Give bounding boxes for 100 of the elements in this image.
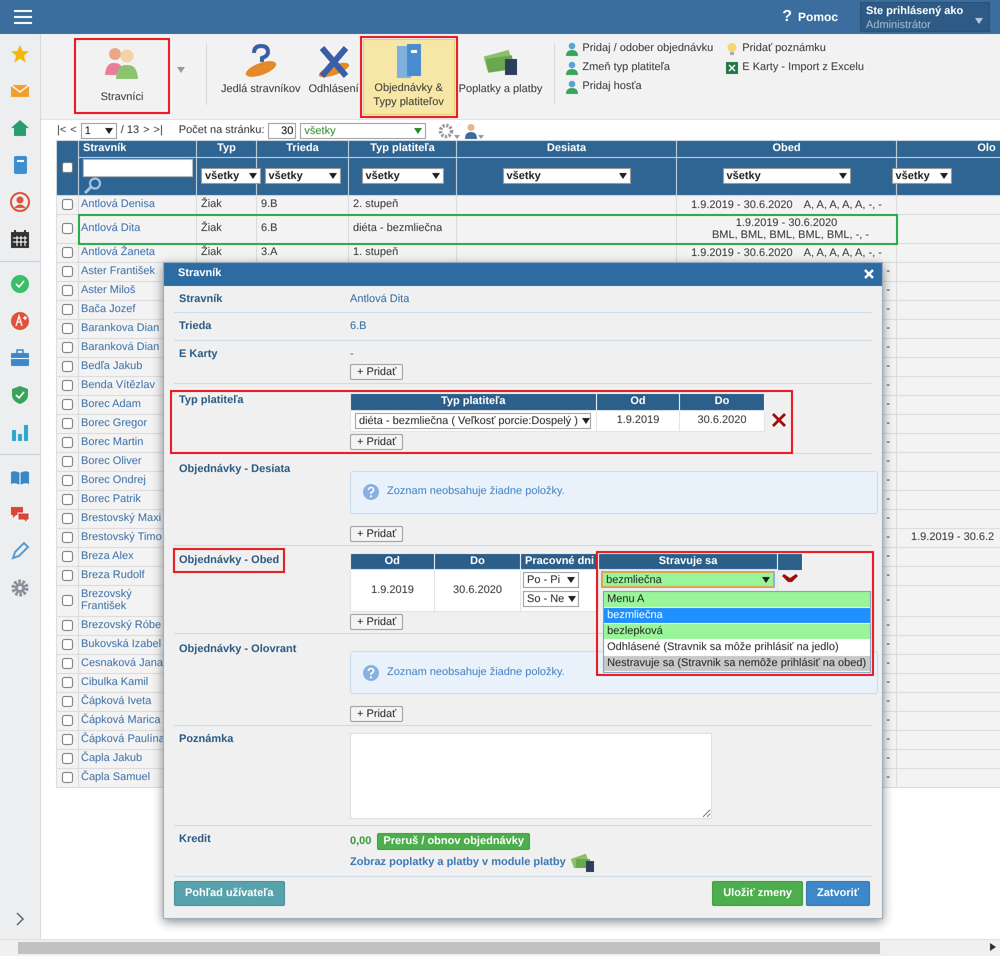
user-icon[interactable] xyxy=(10,192,30,212)
row-checkbox[interactable] xyxy=(62,474,73,486)
row-checkbox[interactable] xyxy=(62,734,73,745)
user-menu-icon[interactable] xyxy=(464,123,484,139)
save-button[interactable]: Uložiť zmeny xyxy=(712,881,804,906)
add-button[interactable]: + Pridať xyxy=(350,706,404,722)
user-menu[interactable]: Ste prihlásený ako Administrátor xyxy=(860,2,990,32)
house-icon[interactable] xyxy=(10,118,30,138)
row-checkbox[interactable] xyxy=(62,456,73,467)
next-page-link[interactable]: > xyxy=(143,124,150,138)
name-link[interactable]: Baranková Dian xyxy=(81,341,160,354)
row-checkbox[interactable] xyxy=(62,418,73,429)
row-checkbox[interactable] xyxy=(62,360,73,372)
row-checkbox[interactable] xyxy=(62,266,73,277)
row-checkbox[interactable] xyxy=(62,714,73,726)
filter-dropdown[interactable]: všetky xyxy=(300,123,426,139)
add-button[interactable]: + Pridať xyxy=(350,364,404,380)
row-checkbox[interactable] xyxy=(62,638,73,650)
check-icon[interactable] xyxy=(10,274,30,294)
row-checkbox[interactable] xyxy=(62,696,73,707)
filter-dropdown[interactable]: všetky xyxy=(264,168,340,184)
row-checkbox[interactable] xyxy=(62,304,73,315)
delete-icon[interactable] xyxy=(782,574,798,584)
row-checkbox[interactable] xyxy=(62,284,73,296)
row-checkbox[interactable] xyxy=(62,658,73,669)
dropdown-option[interactable]: bezmliečna xyxy=(604,608,870,624)
row-checkbox[interactable] xyxy=(62,342,73,353)
filter-dropdown[interactable]: všetky xyxy=(502,168,630,184)
row-checkbox[interactable] xyxy=(62,380,73,391)
page-dropdown[interactable]: 1 xyxy=(80,123,117,139)
toolbar-link[interactable]: Pridaj hosťa xyxy=(565,77,714,96)
per-page-field[interactable]: 30 xyxy=(268,123,296,139)
days-dropdown[interactable]: So - Ne xyxy=(523,591,579,608)
row-checkbox[interactable] xyxy=(62,246,73,258)
filter-dropdown[interactable]: všetky xyxy=(722,168,850,184)
row-checkbox[interactable] xyxy=(62,436,73,448)
filter-dropdown[interactable]: všetky xyxy=(201,168,261,184)
name-filter-field[interactable] xyxy=(83,159,193,177)
caret-icon[interactable] xyxy=(177,67,185,73)
expand-icon[interactable] xyxy=(15,912,25,926)
first-page-link[interactable]: |< xyxy=(57,124,66,138)
toolbar-link[interactable]: Pridať poznámku xyxy=(725,39,864,58)
row-checkbox[interactable] xyxy=(62,398,73,410)
close-button[interactable]: Zatvoriť xyxy=(806,881,870,906)
add-button[interactable]: + Pridať xyxy=(350,434,404,450)
toolbar-link[interactable]: E Karty - Import z Excelu xyxy=(725,58,864,77)
search-icon[interactable] xyxy=(83,177,103,194)
pen-icon[interactable] xyxy=(10,541,30,561)
shield-icon[interactable] xyxy=(10,385,30,405)
toolbar-link[interactable]: Pridaj / odober objednávku xyxy=(565,39,714,58)
row-checkbox[interactable] xyxy=(62,532,73,543)
add-button[interactable]: + Pridať xyxy=(350,526,404,542)
toolbar-button[interactable]: Jedlá stravníkov xyxy=(217,39,304,102)
last-page-link[interactable]: >| xyxy=(154,124,163,138)
menu-icon[interactable] xyxy=(14,10,32,24)
help-link[interactable]: Pomoc xyxy=(798,10,838,24)
settings-icon[interactable] xyxy=(10,578,30,598)
select-all-checkbox[interactable] xyxy=(62,162,73,173)
row-checkbox[interactable] xyxy=(62,772,73,783)
row-checkbox[interactable] xyxy=(62,550,73,562)
toolbar-button[interactable]: Objednávky & Typy platiteľov xyxy=(362,39,455,114)
close-icon[interactable] xyxy=(864,269,874,280)
dropdown-option[interactable]: Menu A xyxy=(604,592,870,608)
dropdown-option[interactable]: Odhlásené (Stravnik sa môže prihlásiť na jedlo) xyxy=(604,640,870,656)
scrollbar[interactable] xyxy=(0,939,1000,956)
row-checkbox[interactable] xyxy=(62,620,73,631)
row-checkbox[interactable] xyxy=(62,752,73,764)
meal-dropdown[interactable]: bezmliečna xyxy=(602,572,774,588)
dropdown-option[interactable]: bezlepková xyxy=(604,624,870,640)
row-checkbox[interactable] xyxy=(62,594,73,606)
user-view-button[interactable]: Pohľad užívateľa xyxy=(174,881,285,906)
toolbar-button[interactable]: Stravníci xyxy=(78,42,166,110)
payments-link[interactable]: Zobraz poplatky a platby v module platby xyxy=(350,856,566,870)
note-field[interactable] xyxy=(350,733,712,820)
row-checkbox[interactable] xyxy=(62,222,73,234)
row-checkbox[interactable] xyxy=(62,570,73,581)
help-mark[interactable]: ? xyxy=(782,7,792,27)
row-checkbox[interactable] xyxy=(62,322,73,334)
previous-page-link[interactable]: < xyxy=(70,124,77,138)
settings-icon[interactable] xyxy=(438,123,460,139)
row-checkbox[interactable] xyxy=(62,198,73,210)
dropdown-option[interactable]: Nestravuje sa (Stravnik sa nemôže prihlásiť na obed) xyxy=(604,656,870,672)
filter-dropdown[interactable]: všetky xyxy=(892,168,952,184)
filter-dropdown[interactable]: všetky xyxy=(362,168,444,184)
toolbar-button[interactable]: Poplatky a platby xyxy=(454,39,546,102)
row-checkbox[interactable] xyxy=(62,676,73,688)
row-checkbox[interactable] xyxy=(62,512,73,524)
briefcase-icon[interactable] xyxy=(10,348,30,368)
chat-icon[interactable] xyxy=(10,504,30,524)
days-dropdown[interactable]: Po - Pi xyxy=(523,572,579,588)
pause-orders-button[interactable]: Preruš / obnov objednávky xyxy=(377,833,530,850)
bar-chart-icon[interactable] xyxy=(10,422,30,442)
calendar-icon[interactable] xyxy=(10,229,30,249)
add-button[interactable]: + Pridať xyxy=(350,614,404,630)
payer-type-dropdown[interactable]: diéta - bezmliečna ( Veľkosť porcie:Dospelý ) xyxy=(355,412,591,429)
grade-icon[interactable] xyxy=(10,311,30,331)
star-icon[interactable] xyxy=(10,44,30,64)
row-checkbox[interactable] xyxy=(62,494,73,505)
toolbar-button[interactable]: Odhlásení xyxy=(304,39,363,102)
toolbar-link[interactable]: Zmeň typ platiteľa xyxy=(565,58,714,77)
